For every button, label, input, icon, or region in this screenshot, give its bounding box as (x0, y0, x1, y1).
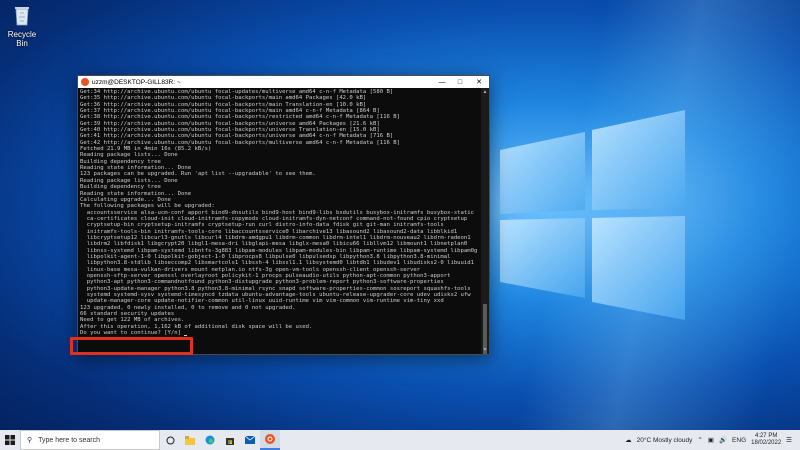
store-icon[interactable] (220, 430, 240, 450)
network-icon[interactable]: ▣ (708, 436, 714, 444)
terminal-titlebar[interactable]: uzzm@DESKTOP-GILL83R: ~ — □ ✕ (78, 76, 489, 88)
close-icon[interactable]: ✕ (469, 78, 489, 86)
taskbar: ⚲ Type here to search ☁ 20°C Mostly clou… (0, 430, 800, 450)
system-tray: ☁ 20°C Mostly cloudy ⌃ ▣ 🔊 ENG 4:27 PM 1… (625, 433, 800, 448)
start-button[interactable] (0, 430, 20, 450)
terminal-line: initramfs-tools-bin initramfs-tools-core… (80, 228, 458, 235)
minimize-icon[interactable]: — (433, 79, 451, 86)
windows-start-icon (5, 435, 15, 445)
search-icon: ⚲ (27, 437, 33, 444)
terminal-title: uzzm@DESKTOP-GILL83R: ~ (92, 78, 181, 86)
scroll-down-icon[interactable]: ▼ (481, 346, 489, 354)
terminal-line: python3-apt python3-commandnotfound pyth… (80, 279, 444, 286)
terminal-line: cryptsetup-bin cryptsetup-initramfs cryp… (80, 222, 444, 229)
taskbar-search-box[interactable]: ⚲ Type here to search (20, 430, 160, 450)
ubuntu-terminal-window[interactable]: uzzm@DESKTOP-GILL83R: ~ — □ ✕ Get:34 htt… (77, 75, 490, 355)
edge-browser-icon[interactable] (200, 430, 220, 450)
recycle-bin-shortcut[interactable]: Recycle Bin (4, 4, 40, 48)
terminal-line: update-manager-core update-notifier-comm… (80, 298, 444, 305)
language-indicator[interactable]: ENG (732, 437, 746, 444)
terminal-line: libnss-systemd libpam-systemd libntfs-3g… (80, 247, 478, 254)
ubuntu-icon (81, 78, 89, 86)
file-explorer-icon[interactable] (180, 430, 200, 450)
clock-time: 4:27 PM (754, 432, 778, 439)
scroll-up-icon[interactable]: ▲ (481, 88, 489, 96)
task-view-icon[interactable] (160, 430, 180, 450)
clock[interactable]: 4:27 PM 18/02/2022 (751, 433, 781, 448)
recycle-bin-label: Recycle Bin (7, 30, 37, 48)
volume-icon[interactable]: 🔊 (719, 436, 727, 444)
terminal-line: libdrm2 libfdisk1 libgcrypt20 libgl1-mes… (80, 241, 468, 248)
notifications-icon[interactable]: ☰ (786, 436, 792, 444)
search-placeholder: Type here to search (38, 436, 101, 444)
terminal-output[interactable]: Get:34 http://archive.ubuntu.com/ubuntu … (78, 88, 481, 354)
weather-text[interactable]: 20°C Mostly cloudy (637, 437, 693, 444)
terminal-scrollbar[interactable]: ▲ ▼ (481, 88, 489, 354)
windows-logo-wallpaper (500, 110, 685, 320)
terminal-line: accountsservice alsa-ucm-conf apport bin… (80, 209, 475, 216)
ubuntu-taskbar-icon[interactable] (260, 430, 280, 450)
terminal-line: Do you want to continue? [Y/n] (80, 330, 479, 337)
mail-icon[interactable] (240, 430, 260, 450)
clock-date: 18/02/2022 (751, 440, 782, 446)
chevron-up-icon[interactable]: ⌃ (697, 436, 702, 444)
terminal-line: libpython3.8-stdlib libseccomp2 libsmart… (80, 260, 475, 267)
recycle-bin-icon (15, 7, 29, 26)
maximize-icon[interactable]: □ (451, 79, 469, 86)
weather-icon[interactable]: ☁ (625, 436, 632, 444)
prompt-highlight-box (70, 337, 193, 355)
